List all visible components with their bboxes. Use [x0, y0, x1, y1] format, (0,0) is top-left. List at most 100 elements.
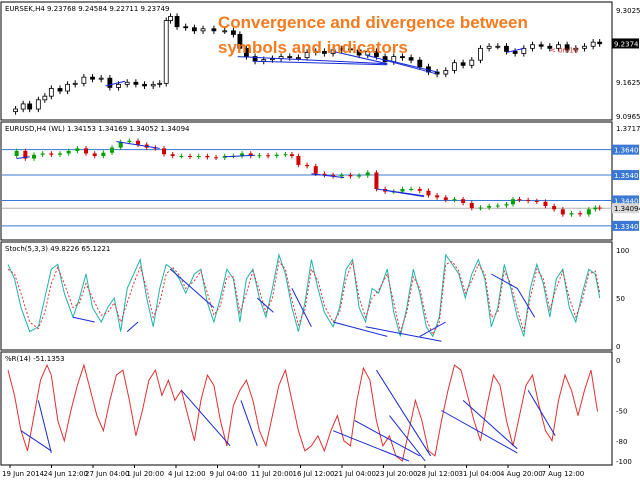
divergence-line — [491, 273, 518, 289]
candle — [597, 41, 603, 45]
divergence-line — [170, 268, 215, 308]
series-line-main — [7, 252, 601, 338]
time-label: 11 Jul 20:00 — [251, 470, 293, 478]
candle — [32, 154, 37, 159]
candle — [196, 156, 201, 158]
divergence-line — [387, 190, 425, 198]
candle — [409, 189, 414, 191]
level-label: 1.36400 — [614, 147, 640, 155]
candle — [257, 155, 262, 157]
candle — [84, 148, 89, 154]
divergence-line — [311, 173, 344, 179]
divergence-line — [419, 321, 447, 337]
time-label: 28 Jul 12:00 — [417, 470, 459, 478]
candle — [365, 172, 370, 176]
wpr-label: %R(14) -51.1353 — [5, 355, 65, 363]
divergence-line — [16, 156, 30, 160]
candle — [266, 155, 271, 157]
candle — [374, 172, 379, 190]
candle — [75, 148, 80, 151]
eurusd-label: EURUSD,H4 (WL) 1.34153 1.34169 1.34052 1… — [5, 125, 190, 133]
candle — [305, 164, 310, 167]
stochastic-subwindow-pane[interactable]: Stoch(5,3,3) 49.8226 65.1221 100 50 0 — [0, 241, 629, 351]
candle — [469, 59, 475, 66]
candle — [478, 207, 483, 209]
eurusd-subwindow-pane[interactable]: 1.364001.354001.344001.340941.334001.371… — [0, 121, 640, 241]
time-label: 4 Jul 12:00 — [168, 470, 206, 478]
time-label: 1 Jul 20:00 — [127, 470, 165, 478]
stoch-ytick: 100 — [616, 247, 629, 255]
candle — [504, 204, 509, 206]
candle — [27, 103, 33, 110]
time-label: 4 Aug 20:00 — [500, 470, 543, 478]
candle — [283, 154, 288, 156]
level-label: 1.33400 — [614, 223, 640, 231]
candle — [578, 213, 583, 215]
level-label: 1.35400 — [614, 172, 640, 180]
candle — [66, 150, 71, 154]
candle — [81, 76, 87, 84]
divergence-line — [332, 430, 410, 462]
time-label: 23 Jul 20:00 — [376, 470, 418, 478]
eursek-ytick: 9.0965 — [616, 113, 640, 121]
candle — [42, 95, 48, 101]
candle — [98, 77, 104, 80]
candle — [569, 213, 574, 215]
candle — [417, 189, 422, 191]
divergence-line — [291, 288, 312, 328]
candle — [534, 200, 539, 202]
candle — [313, 166, 318, 174]
candle — [543, 201, 548, 207]
series-line-signal — [7, 259, 601, 336]
candle — [296, 156, 301, 165]
candle — [469, 202, 474, 209]
candle — [65, 83, 70, 92]
candle — [205, 156, 210, 158]
series-line-R — [7, 363, 598, 462]
wpr-ytick: 0 — [616, 357, 620, 365]
eurusd-frame — [0, 121, 613, 241]
candle — [150, 83, 156, 87]
wpr-ytick: -50 — [616, 408, 627, 416]
time-label: 9 Jul 04:00 — [210, 470, 248, 478]
stoch-ytick: 0 — [616, 343, 620, 351]
eursek-label: EURSEK,H4 9.23768 9.24584 9.22711 9.2374… — [5, 5, 170, 13]
candle — [142, 83, 147, 87]
candle — [597, 207, 602, 209]
candle — [400, 189, 405, 192]
divergence-line — [527, 390, 556, 437]
time-label: 16 Jul 12:00 — [293, 470, 335, 478]
candle — [124, 81, 130, 85]
time-label: 27 Jun 04:00 — [85, 470, 129, 478]
headline: Convergence and divergence between symbo… — [218, 13, 528, 57]
candle — [48, 88, 54, 97]
candle — [461, 199, 466, 203]
candle — [133, 81, 139, 85]
chart-window[interactable]: EURSEK,H4 9.23768 9.24584 9.22711 9.2374… — [0, 0, 640, 480]
divergence-line — [37, 400, 52, 454]
candle — [487, 206, 492, 208]
time-label: 7 Aug 12:00 — [542, 470, 585, 478]
candle — [443, 197, 448, 200]
candle — [452, 62, 457, 71]
candle — [127, 140, 132, 143]
candle — [40, 153, 45, 155]
candle — [20, 103, 26, 110]
time-label: 19 Jun 2014 — [2, 470, 45, 478]
candle — [357, 175, 362, 177]
divergence-line — [126, 321, 139, 332]
candle — [586, 209, 591, 215]
candle — [168, 16, 173, 21]
candle — [92, 153, 97, 157]
candle — [183, 26, 189, 29]
stoch-label: Stoch(5,3,3) 49.8226 65.1221 — [5, 245, 110, 253]
time-label: 24 Jun 12:00 — [44, 470, 88, 478]
williams-r-subwindow-pane[interactable]: %R(14) -51.1353 0 -50 -80 -100 — [0, 351, 632, 466]
candle — [452, 199, 457, 201]
candle — [14, 150, 19, 157]
candle — [136, 140, 141, 145]
eurusd-top-value: 1.37174 — [616, 125, 640, 133]
time-axis: 19 Jun 2014 24 Jun 12:0027 Jun 04:001 Jul… — [2, 465, 584, 478]
candle — [107, 77, 113, 88]
divergence-line — [387, 59, 438, 73]
